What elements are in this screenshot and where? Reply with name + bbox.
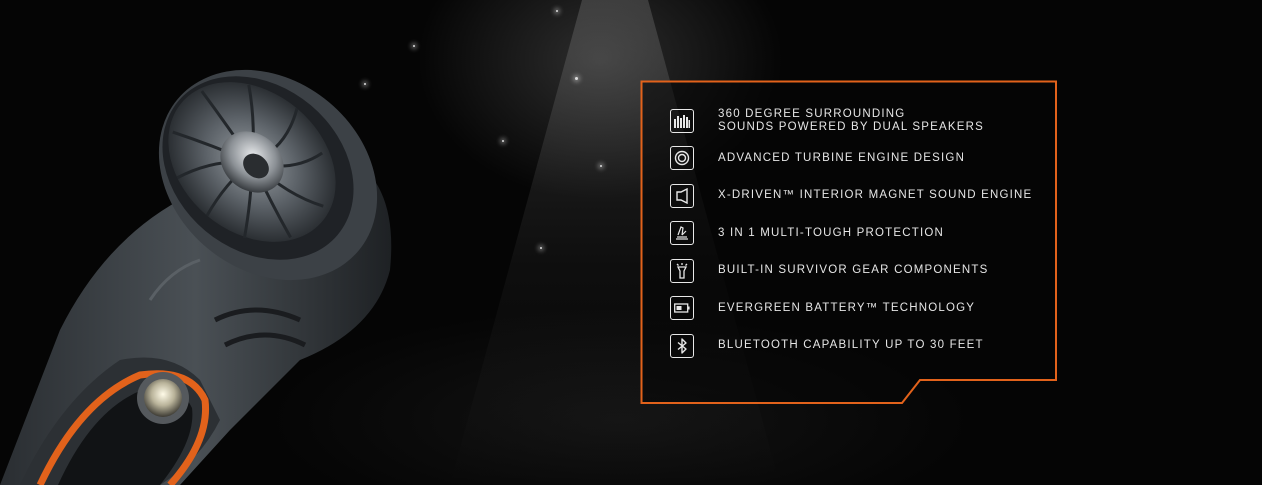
product-banner: 360 DEGREE SURROUNDING SOUNDS POWERED BY… <box>0 0 1262 485</box>
sparkle <box>600 165 602 167</box>
feature-item: 360 DEGREE SURROUNDING SOUNDS POWERED BY… <box>670 106 1032 135</box>
speaker-product-image <box>0 69 392 485</box>
equalizer-bars-icon <box>670 108 694 133</box>
feature-list: 360 DEGREE SURROUNDING SOUNDS POWERED BY… <box>670 106 1032 369</box>
feature-label: 360 DEGREE SURROUNDING SOUNDS POWERED BY… <box>718 107 984 133</box>
feature-panel: 360 DEGREE SURROUNDING SOUNDS POWERED BY… <box>640 80 1058 405</box>
feature-item: BLUETOOTH CAPABILITY UP TO 30 FEET <box>670 331 1032 360</box>
bluetooth-icon <box>670 333 694 358</box>
battery-icon <box>670 296 694 320</box>
sparkle <box>540 247 542 249</box>
feature-item: EVERGREEN BATTERY™ TECHNOLOGY <box>670 294 1032 323</box>
speaker-cone-icon <box>670 183 694 208</box>
feature-label: X-DRIVEN™ INTERIOR MAGNET SOUND ENGINE <box>718 189 1033 201</box>
feature-label: BUILT-IN SURVIVOR GEAR COMPONENTS <box>718 264 989 276</box>
feature-item: X-DRIVEN™ INTERIOR MAGNET SOUND ENGINE <box>670 181 1032 210</box>
feature-label: ADVANCED TURBINE ENGINE DESIGN <box>718 151 966 164</box>
flashlight-icon <box>670 258 694 283</box>
sparkle <box>502 140 504 142</box>
feature-item: 3 IN 1 MULTI-TOUGH PROTECTION <box>670 219 1032 248</box>
feature-item: ADVANCED TURBINE ENGINE DESIGN <box>670 144 1032 173</box>
tough-protection-icon <box>670 221 694 245</box>
turbine-circle-icon <box>670 146 694 170</box>
feature-item: BUILT-IN SURVIVOR GEAR COMPONENTS <box>670 256 1032 285</box>
sparkle <box>575 77 578 80</box>
feature-label: 3 IN 1 MULTI-TOUGH PROTECTION <box>718 226 945 239</box>
sparkle <box>556 10 558 12</box>
feature-label: EVERGREEN BATTERY™ TECHNOLOGY <box>718 301 976 314</box>
feature-label: BLUETOOTH CAPABILITY UP TO 30 FEET <box>718 339 984 351</box>
